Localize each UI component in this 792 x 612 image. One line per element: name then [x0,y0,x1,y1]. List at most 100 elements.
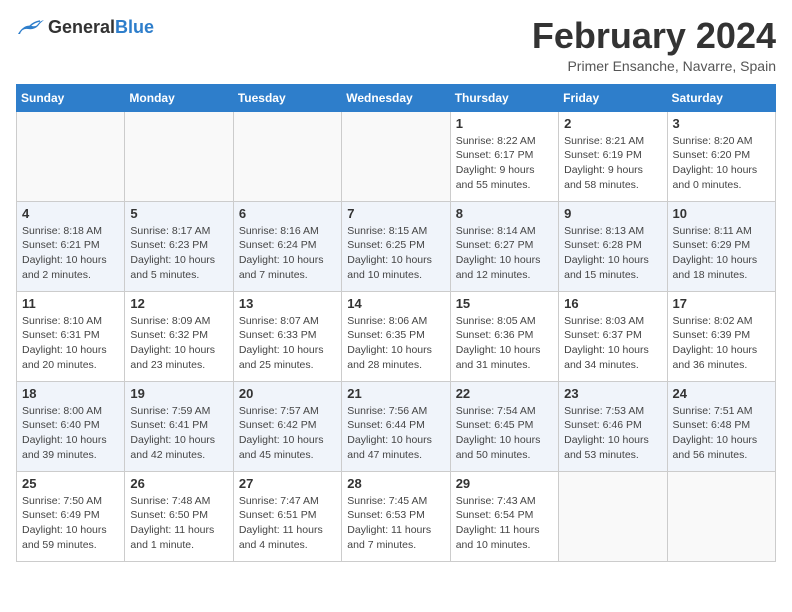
day-number: 10 [673,206,770,221]
calendar-week-5: 25 Sunrise: 7:50 AM Sunset: 6:49 PM Dayli… [17,471,776,561]
calendar-cell: 11 Sunrise: 8:10 AM Sunset: 6:31 PM Dayli… [17,291,125,381]
header-area: GeneralBlue February 2024 Primer Ensanch… [16,16,776,74]
calendar-cell: 8 Sunrise: 8:14 AM Sunset: 6:27 PM Daylig… [450,201,558,291]
day-info: Sunrise: 7:50 AM Sunset: 6:49 PM Dayligh… [22,494,119,553]
day-number: 27 [239,476,336,491]
calendar-cell: 25 Sunrise: 7:50 AM Sunset: 6:49 PM Dayli… [17,471,125,561]
day-number: 1 [456,116,553,131]
day-number: 24 [673,386,770,401]
day-number: 9 [564,206,661,221]
weekday-header-sunday: Sunday [17,84,125,111]
logo-general: General [48,17,115,37]
day-number: 23 [564,386,661,401]
calendar-cell: 22 Sunrise: 7:54 AM Sunset: 6:45 PM Dayli… [450,381,558,471]
day-number: 2 [564,116,661,131]
weekday-header-friday: Friday [559,84,667,111]
day-info: Sunrise: 8:09 AM Sunset: 6:32 PM Dayligh… [130,314,227,373]
day-info: Sunrise: 8:22 AM Sunset: 6:17 PM Dayligh… [456,134,553,193]
calendar-week-4: 18 Sunrise: 8:00 AM Sunset: 6:40 PM Dayli… [17,381,776,471]
calendar-cell: 15Sunrise: 8:05 AM Sunset: 6:36 PM Dayli… [450,291,558,381]
weekday-header-row: SundayMondayTuesdayWednesdayThursdayFrid… [17,84,776,111]
day-number: 15 [456,296,553,311]
day-info: Sunrise: 8:21 AM Sunset: 6:19 PM Dayligh… [564,134,661,193]
calendar-body: 1 Sunrise: 8:22 AM Sunset: 6:17 PM Daylig… [17,111,776,561]
day-info: Sunrise: 8:07 AM Sunset: 6:33 PM Dayligh… [239,314,336,373]
calendar-week-3: 11 Sunrise: 8:10 AM Sunset: 6:31 PM Dayli… [17,291,776,381]
day-number: 11 [22,296,119,311]
day-info: Sunrise: 8:02 AM Sunset: 6:39 PM Dayligh… [673,314,770,373]
day-info: Sunrise: 7:47 AM Sunset: 6:51 PM Dayligh… [239,494,336,553]
day-number: 19 [130,386,227,401]
logo-bird-icon [16,16,44,38]
day-info: Sunrise: 7:56 AM Sunset: 6:44 PM Dayligh… [347,404,444,463]
calendar-cell [17,111,125,201]
calendar-cell: 23 Sunrise: 7:53 AM Sunset: 6:46 PM Dayli… [559,381,667,471]
day-info: Sunrise: 8:15 AM Sunset: 6:25 PM Dayligh… [347,224,444,283]
calendar-cell [559,471,667,561]
day-number: 26 [130,476,227,491]
calendar-cell: 10 Sunrise: 8:11 AM Sunset: 6:29 PM Dayli… [667,201,775,291]
calendar-cell [233,111,341,201]
day-info: Sunrise: 8:00 AM Sunset: 6:40 PM Dayligh… [22,404,119,463]
calendar-cell: 19Sunrise: 7:59 AM Sunset: 6:41 PM Dayli… [125,381,233,471]
calendar-cell: 17 Sunrise: 8:02 AM Sunset: 6:39 PM Dayli… [667,291,775,381]
day-info: Sunrise: 7:43 AM Sunset: 6:54 PM Dayligh… [456,494,553,553]
calendar-cell: 21 Sunrise: 7:56 AM Sunset: 6:44 PM Dayli… [342,381,450,471]
day-number: 4 [22,206,119,221]
day-number: 28 [347,476,444,491]
calendar-cell: 9 Sunrise: 8:13 AM Sunset: 6:28 PM Daylig… [559,201,667,291]
weekday-header-tuesday: Tuesday [233,84,341,111]
weekday-header-saturday: Saturday [667,84,775,111]
day-info: Sunrise: 8:17 AM Sunset: 6:23 PM Dayligh… [130,224,227,283]
day-number: 13 [239,296,336,311]
calendar-cell [342,111,450,201]
day-info: Sunrise: 8:14 AM Sunset: 6:27 PM Dayligh… [456,224,553,283]
subtitle: Primer Ensanche, Navarre, Spain [532,58,776,74]
day-number: 6 [239,206,336,221]
day-number: 8 [456,206,553,221]
calendar-cell: 12 Sunrise: 8:09 AM Sunset: 6:32 PM Dayli… [125,291,233,381]
calendar-cell: 16Sunrise: 8:03 AM Sunset: 6:37 PM Dayli… [559,291,667,381]
day-info: Sunrise: 7:45 AM Sunset: 6:53 PM Dayligh… [347,494,444,553]
day-info: Sunrise: 7:53 AM Sunset: 6:46 PM Dayligh… [564,404,661,463]
day-number: 17 [673,296,770,311]
day-number: 14 [347,296,444,311]
day-info: Sunrise: 8:13 AM Sunset: 6:28 PM Dayligh… [564,224,661,283]
title-area: February 2024 Primer Ensanche, Navarre, … [532,16,776,74]
calendar-cell [125,111,233,201]
weekday-header-monday: Monday [125,84,233,111]
day-number: 3 [673,116,770,131]
day-info: Sunrise: 7:51 AM Sunset: 6:48 PM Dayligh… [673,404,770,463]
calendar-cell: 6 Sunrise: 8:16 AM Sunset: 6:24 PM Daylig… [233,201,341,291]
day-number: 29 [456,476,553,491]
day-number: 22 [456,386,553,401]
calendar-cell: 2 Sunrise: 8:21 AM Sunset: 6:19 PM Daylig… [559,111,667,201]
day-number: 18 [22,386,119,401]
calendar-week-2: 4 Sunrise: 8:18 AM Sunset: 6:21 PM Daylig… [17,201,776,291]
calendar-cell: 3Sunrise: 8:20 AM Sunset: 6:20 PM Daylig… [667,111,775,201]
day-info: Sunrise: 8:06 AM Sunset: 6:35 PM Dayligh… [347,314,444,373]
logo-text: GeneralBlue [48,17,154,38]
main-title: February 2024 [532,16,776,56]
day-number: 16 [564,296,661,311]
day-info: Sunrise: 8:18 AM Sunset: 6:21 PM Dayligh… [22,224,119,283]
calendar-cell: 26Sunrise: 7:48 AM Sunset: 6:50 PM Dayli… [125,471,233,561]
day-info: Sunrise: 8:10 AM Sunset: 6:31 PM Dayligh… [22,314,119,373]
day-info: Sunrise: 7:54 AM Sunset: 6:45 PM Dayligh… [456,404,553,463]
day-number: 20 [239,386,336,401]
calendar-cell: 13 Sunrise: 8:07 AM Sunset: 6:33 PM Dayli… [233,291,341,381]
calendar-cell: 29 Sunrise: 7:43 AM Sunset: 6:54 PM Dayli… [450,471,558,561]
calendar: SundayMondayTuesdayWednesdayThursdayFrid… [16,84,776,562]
day-info: Sunrise: 8:16 AM Sunset: 6:24 PM Dayligh… [239,224,336,283]
calendar-cell: 1 Sunrise: 8:22 AM Sunset: 6:17 PM Daylig… [450,111,558,201]
calendar-cell: 28 Sunrise: 7:45 AM Sunset: 6:53 PM Dayli… [342,471,450,561]
day-number: 21 [347,386,444,401]
day-number: 12 [130,296,227,311]
day-info: Sunrise: 8:11 AM Sunset: 6:29 PM Dayligh… [673,224,770,283]
day-number: 5 [130,206,227,221]
calendar-cell: 20Sunrise: 7:57 AM Sunset: 6:42 PM Dayli… [233,381,341,471]
calendar-cell: 27 Sunrise: 7:47 AM Sunset: 6:51 PM Dayli… [233,471,341,561]
weekday-header-thursday: Thursday [450,84,558,111]
day-number: 25 [22,476,119,491]
calendar-cell: 5 Sunrise: 8:17 AM Sunset: 6:23 PM Daylig… [125,201,233,291]
